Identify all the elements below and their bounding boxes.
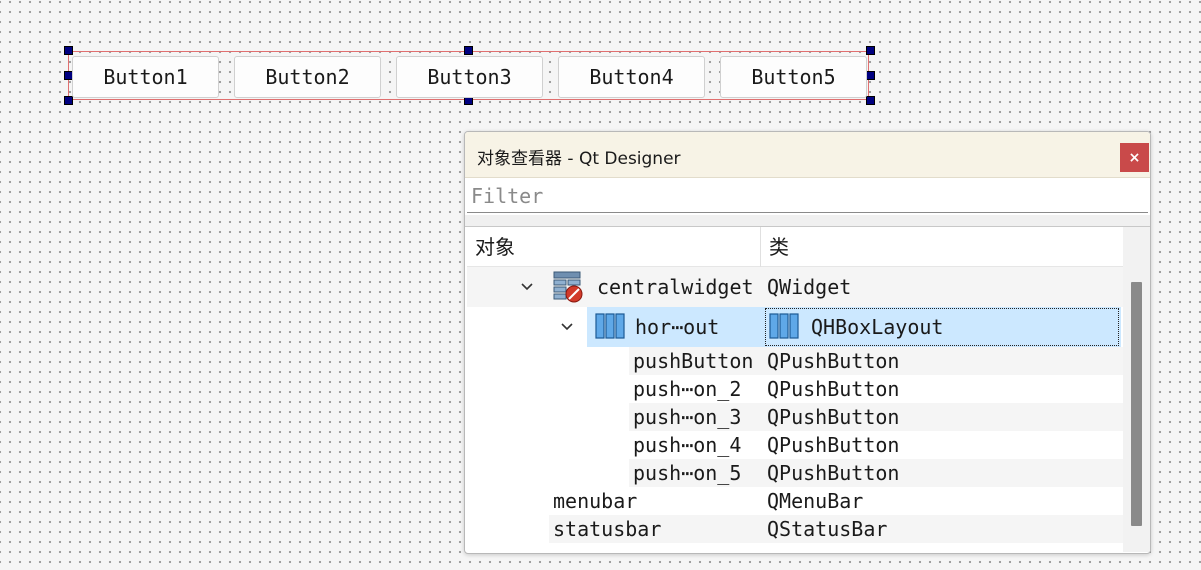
resize-handle-middle-right[interactable] <box>866 71 875 80</box>
vertical-scrollbar[interactable] <box>1123 227 1150 552</box>
tree-row-statusbar[interactable]: statusbar QStatusBar <box>467 515 1123 543</box>
tree-row-name: menubar <box>553 489 638 513</box>
tree-row-pushbutton-2[interactable]: push⋯on_2 QPushButton <box>467 375 1123 403</box>
tree-row-pushbutton-4[interactable]: push⋯on_4 QPushButton <box>467 431 1123 459</box>
tree-row-class: QPushButton <box>767 433 900 457</box>
tree-row-horizontal-layout[interactable]: hor⋯out QHBoxLayout <box>467 307 1123 347</box>
canvas-button-5[interactable]: Button5 <box>720 56 867 98</box>
tree-row-name: centralwidget <box>597 275 754 299</box>
tree-row-class: QMenuBar <box>767 489 864 513</box>
hbox-layout-icon <box>595 313 625 344</box>
splitter-bar[interactable] <box>465 215 1150 227</box>
tree-row-class: QPushButton <box>767 405 900 429</box>
scrollbar-thumb[interactable] <box>1131 282 1142 526</box>
tree-row-pushbutton-1[interactable]: pushButton QPushButton <box>467 347 1123 375</box>
resize-handle-top-left[interactable] <box>64 46 73 55</box>
tree-row-centralwidget[interactable]: centralwidget QWidget <box>467 267 1123 307</box>
chevron-down-icon[interactable] <box>519 279 535 295</box>
tree-row-name: statusbar <box>553 517 662 541</box>
window-titlebar[interactable]: 对象查看器 - Qt Designer × <box>465 132 1150 178</box>
canvas-button-1[interactable]: Button1 <box>72 56 219 98</box>
resize-handle-top-right[interactable] <box>866 46 875 55</box>
resize-handle-top-center[interactable] <box>464 46 473 55</box>
tree-row-class: QPushButton <box>767 349 900 373</box>
tree-row-name: push⋯on_4 <box>633 433 742 457</box>
tree-row-class: QPushButton <box>767 377 900 401</box>
tree-row-class: QStatusBar <box>767 517 888 541</box>
resize-handle-bottom-right[interactable] <box>866 96 875 105</box>
resize-handle-bottom-left[interactable] <box>64 96 73 105</box>
tree-row-name: push⋯on_3 <box>633 405 742 429</box>
close-button[interactable]: × <box>1120 143 1149 172</box>
column-header-class[interactable]: 类 <box>761 227 1123 267</box>
chevron-down-icon[interactable] <box>559 319 575 335</box>
canvas-button-4[interactable]: Button4 <box>558 56 705 98</box>
tree-row-class: QWidget <box>767 275 852 299</box>
tree-row-pushbutton-3[interactable]: push⋯on_3 QPushButton <box>467 403 1123 431</box>
object-inspector-window: 对象查看器 - Qt Designer × 对象 类 <box>464 131 1151 554</box>
tree-row-name: push⋯on_5 <box>633 461 742 485</box>
window-title: 对象查看器 - Qt Designer <box>477 149 681 169</box>
close-icon: × <box>1128 149 1141 166</box>
tree-row-name: push⋯on_2 <box>633 377 742 401</box>
canvas-button-2[interactable]: Button2 <box>234 56 381 98</box>
tree-header: 对象 类 <box>467 227 1123 267</box>
tree-row-name: pushButton <box>633 349 754 373</box>
tree-row-name: hor⋯out <box>635 315 720 339</box>
canvas-button-3[interactable]: Button3 <box>396 56 543 98</box>
filter-input[interactable] <box>467 179 1148 213</box>
column-header-object[interactable]: 对象 <box>467 227 761 267</box>
tree-row-menubar[interactable]: menubar QMenuBar <box>467 487 1123 515</box>
tree-row-class: QPushButton <box>767 461 900 485</box>
tree-row-pushbutton-5[interactable]: push⋯on_5 QPushButton <box>467 459 1123 487</box>
widget-icon <box>551 269 585 303</box>
hbox-layout-icon <box>769 313 799 344</box>
object-tree[interactable]: 对象 类 centralwidget QWidget hor⋯out QHBox… <box>467 227 1123 552</box>
tree-row-class: QHBoxLayout <box>811 315 944 339</box>
